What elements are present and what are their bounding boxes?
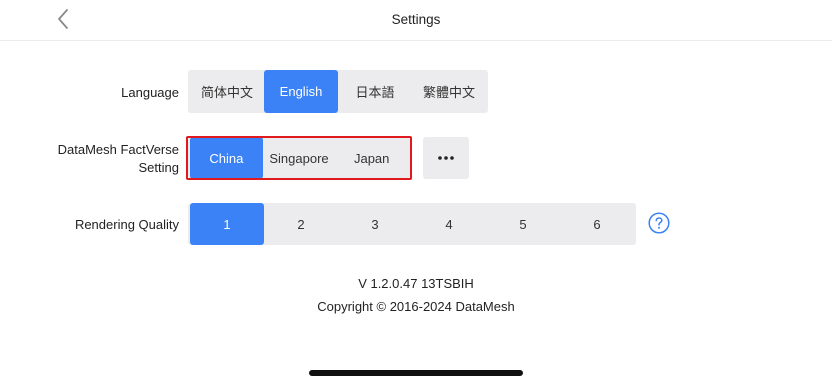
language-option-english[interactable]: English (264, 70, 338, 113)
question-circle-icon (648, 212, 670, 234)
more-regions-button[interactable] (423, 137, 469, 179)
quality-option-4[interactable]: 4 (412, 203, 486, 245)
region-option-singapore[interactable]: Singapore (263, 137, 336, 179)
copyright-text: Copyright © 2016-2024 DataMesh (317, 299, 515, 314)
header-bar: Settings (0, 0, 832, 41)
quality-option-2[interactable]: 2 (264, 203, 338, 245)
help-button[interactable] (648, 212, 670, 234)
region-option-japan[interactable]: Japan (335, 137, 408, 179)
version-text: V 1.2.0.47 13TSBIH (358, 276, 474, 291)
quality-option-6[interactable]: 6 (560, 203, 634, 245)
quality-option-3[interactable]: 3 (338, 203, 412, 245)
language-option-simplified-chinese[interactable]: 简体中文 (190, 70, 264, 113)
rendering-quality-segmented-control: 1 2 3 4 5 6 (188, 203, 636, 245)
rendering-quality-label: Rendering Quality (74, 217, 179, 232)
region-label-line2: Setting (138, 160, 179, 175)
ellipsis-icon (438, 156, 454, 160)
region-label-line1: DataMesh FactVerse (57, 142, 179, 157)
language-segmented-control: 简体中文 English 日本語 繁體中文 (188, 70, 488, 113)
home-indicator (309, 370, 523, 376)
page-title: Settings (391, 12, 441, 27)
language-option-traditional-chinese[interactable]: 繁體中文 (412, 70, 486, 113)
region-option-china[interactable]: China (190, 137, 263, 179)
quality-option-5[interactable]: 5 (486, 203, 560, 245)
quality-option-1[interactable]: 1 (190, 203, 264, 245)
region-segmented-control: China Singapore Japan (188, 137, 410, 179)
region-setting-label: DataMesh FactVerse Setting (58, 141, 179, 177)
language-option-japanese[interactable]: 日本語 (338, 70, 412, 113)
language-label: Language (121, 85, 179, 100)
